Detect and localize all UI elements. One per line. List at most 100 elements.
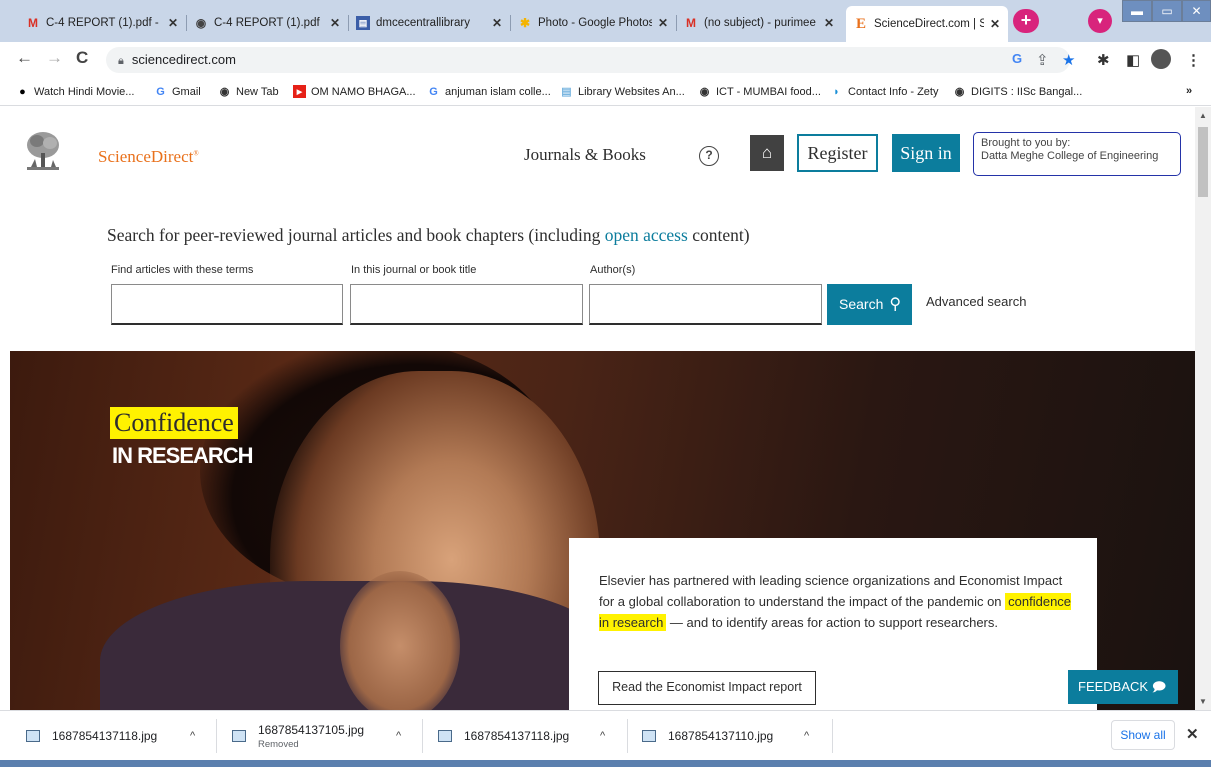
bookmark-item[interactable]: ◉ DIGITS : IISc Bangal... [953, 85, 1083, 99]
brought-org: Datta Meghe College of Engineering [981, 150, 1159, 162]
scroll-down-icon[interactable]: ▼ [1199, 697, 1207, 706]
institution-icon[interactable]: ⌂ [750, 135, 784, 171]
chevron-up-icon[interactable]: ^ [804, 730, 809, 742]
show-all-button[interactable]: Show all [1111, 720, 1175, 750]
page-content: ScienceDirect® Journals & Books ? ⌂ Regi… [10, 107, 1195, 710]
institution-access-box[interactable]: Brought to you by: Datta Meghe College o… [973, 132, 1181, 176]
bookmarks-bar: ● Watch Hindi Movie... G Gmail ◉ New Tab ▶ O… [0, 78, 1211, 106]
close-tab-icon[interactable]: ✕ [658, 16, 668, 30]
journals-books-link[interactable]: Journals & Books [524, 145, 646, 165]
chevron-up-icon[interactable]: ^ [190, 730, 195, 742]
os-taskbar [0, 760, 1211, 767]
download-filename: 1687854137118.jpg [464, 729, 570, 743]
maximize-icon[interactable]: ▭ [1152, 0, 1182, 22]
play-icon: ● [19, 85, 26, 98]
bookmark-label: anjuman islam colle... [445, 85, 551, 98]
close-tab-icon[interactable]: ✕ [168, 16, 178, 30]
image-file-icon [438, 730, 452, 742]
tab-search-icon[interactable]: ▾ [1088, 9, 1112, 33]
download-filename: 1687854137118.jpg [52, 729, 158, 743]
tab-title: dmcecentrallibrary [376, 17, 470, 29]
register-button[interactable]: Register [797, 134, 878, 172]
image-file-icon [232, 730, 246, 742]
close-tab-icon[interactable]: ✕ [492, 16, 502, 30]
share-icon[interactable]: ⇪ [1036, 51, 1049, 69]
sciencedirect-brand[interactable]: ScienceDirect® [98, 147, 199, 167]
hero-photo-hand [340, 571, 460, 710]
author-input[interactable] [589, 284, 822, 325]
close-tab-icon[interactable]: ✕ [990, 17, 1000, 31]
bookmark-item[interactable]: ● Watch Hindi Movie... [16, 85, 134, 98]
page-scrollbar[interactable]: ▲ ▼ [1195, 107, 1211, 710]
bookmark-label: DIGITS : IISc Bangal... [971, 85, 1083, 98]
search-button[interactable]: Search ⚲ [827, 284, 912, 325]
close-icon[interactable]: ✕ [1186, 725, 1199, 743]
bookmark-item[interactable]: G Gmail [154, 85, 201, 98]
download-item[interactable]: 1687854137110.jpg ^ [642, 711, 832, 761]
bookmark-label: Library Websites An... [578, 85, 685, 98]
divider [627, 719, 628, 753]
bookmark-label: OM NAMO BHAGA... [311, 85, 416, 98]
lock-icon[interactable]: 🔒︎ [118, 48, 124, 74]
journal-input[interactable] [350, 284, 583, 325]
side-panel-icon[interactable]: ◧ [1126, 51, 1140, 69]
download-item[interactable]: 1687854137105.jpg Removed ^ [232, 711, 422, 761]
scrollbar-thumb[interactable] [1198, 127, 1208, 197]
bookmark-star-icon[interactable]: ★ [1062, 51, 1075, 69]
divider [216, 719, 217, 753]
help-icon[interactable]: ? [699, 146, 719, 166]
window-close-icon[interactable]: ✕ [1182, 0, 1211, 22]
bookmark-item[interactable]: ◉ New Tab [218, 85, 279, 99]
hero-info-card: Elsevier has partnered with leading scie… [569, 538, 1097, 710]
browser-tab[interactable]: ✱ Photo - Google Photos ✕ [510, 8, 676, 38]
chevron-up-icon[interactable]: ^ [600, 730, 605, 742]
bookmarks-overflow-button[interactable]: » [1186, 85, 1192, 97]
chat-bubble-icon: 🗩︎ [1151, 679, 1167, 694]
back-icon[interactable]: ← [16, 48, 33, 68]
bookmark-label: Contact Info - Zety [848, 85, 939, 98]
url-input[interactable]: 🔒︎ sciencedirect.com [106, 47, 1070, 73]
browser-tab[interactable]: ◉ C-4 REPORT (1).pdf ✕ [186, 8, 348, 38]
browser-tab[interactable]: M C-4 REPORT (1).pdf - p ✕ [18, 8, 186, 38]
download-filename: 1687854137110.jpg [668, 729, 774, 743]
bookmark-item[interactable]: Ganjuman islam colle... [427, 85, 551, 98]
download-item[interactable]: 1687854137118.jpg ^ [438, 711, 628, 761]
signin-button[interactable]: Sign in [892, 134, 960, 172]
chevron-up-icon[interactable]: ^ [396, 730, 401, 742]
new-tab-button[interactable]: + [1013, 9, 1039, 33]
youtube-icon: ▶ [293, 85, 306, 98]
bookmark-item[interactable]: ▶ OM NAMO BHAGA... [293, 85, 416, 98]
reload-icon[interactable]: C [76, 48, 88, 68]
read-report-button[interactable]: Read the Economist Impact report [598, 671, 816, 705]
advanced-search-link[interactable]: Advanced search [926, 294, 1026, 309]
bookmark-item[interactable]: ◉ ICT - MUMBAI food... [698, 85, 821, 99]
globe-icon: ◉ [954, 86, 965, 98]
elsevier-icon: E [855, 15, 866, 32]
google-translate-icon[interactable]: G [1012, 51, 1022, 66]
search-heading: Search for peer-reviewed journal article… [107, 225, 750, 246]
journal-label: In this journal or book title [351, 264, 477, 276]
download-item[interactable]: 1687854137118.jpg ^ [26, 711, 216, 761]
menu-icon[interactable]: ⋮ [1186, 51, 1201, 69]
profile-avatar[interactable] [1151, 49, 1171, 69]
browser-tab[interactable]: ▤ dmcecentrallibrary ✕ [348, 8, 510, 38]
scroll-up-icon[interactable]: ▲ [1199, 111, 1207, 120]
hero-banner: Confidence IN RESEARCH Elsevier has part… [10, 351, 1195, 710]
bookmark-item[interactable]: ▤ Library Websites An... [560, 85, 685, 99]
close-tab-icon[interactable]: ✕ [330, 16, 340, 30]
brought-label: Brought to you by: [981, 137, 1071, 149]
image-file-icon [642, 730, 656, 742]
minimize-icon[interactable]: ▬ [1122, 0, 1152, 22]
browser-tab[interactable]: M (no subject) - purimee ✕ [676, 8, 842, 38]
browser-tab-active[interactable]: E ScienceDirect.com | Sci ✕ [846, 6, 1008, 42]
terms-input[interactable] [111, 284, 343, 325]
forward-icon[interactable]: → [46, 48, 63, 68]
url-text: sciencedirect.com [131, 52, 236, 67]
feedback-button[interactable]: FEEDBACK 🗩︎ [1068, 670, 1178, 704]
bookmark-item[interactable]: ◗ Contact Info - Zety [830, 85, 938, 98]
bookmark-label: Watch Hindi Movie... [34, 85, 135, 98]
elsevier-tree-logo[interactable] [23, 129, 63, 175]
open-access-link[interactable]: open access [605, 225, 688, 245]
extensions-icon[interactable]: ✱ [1097, 51, 1110, 69]
close-tab-icon[interactable]: ✕ [824, 16, 834, 30]
